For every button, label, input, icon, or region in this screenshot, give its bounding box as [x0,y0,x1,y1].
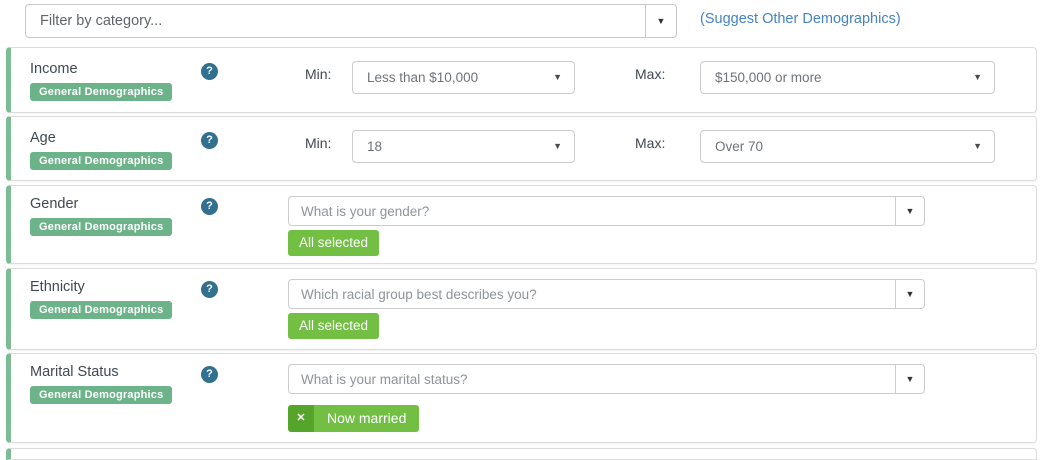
min-label: Min: [305,66,331,82]
selection-tag-all-selected: All selected [288,230,379,256]
category-filter-group: ▼ [25,4,677,38]
demographic-row-age: Age General Demographics ? Min: 18 ▼ Max… [6,116,1037,181]
selection-tag-now-married: ✕ Now married [288,405,419,432]
gender-dropdown-button[interactable]: ▼ [895,196,925,226]
help-icon[interactable]: ? [201,132,218,149]
help-icon[interactable]: ? [201,63,218,80]
ethnicity-question-group: ▼ [288,279,925,309]
row-title: Gender [30,196,78,212]
chevron-down-icon: ▼ [906,374,915,384]
row-title: Marital Status [30,364,119,380]
row-title: Income [30,61,78,77]
category-badge: General Demographics [30,152,172,170]
selection-tag-all-selected: All selected [288,313,379,339]
help-icon[interactable]: ? [201,281,218,298]
ethnicity-dropdown-button[interactable]: ▼ [895,279,925,309]
row-title: Ethnicity [30,279,85,295]
demographic-row-marital-status: Marital Status General Demographics ? ▼ … [6,353,1037,443]
age-min-select[interactable]: 18 ▼ [352,130,575,163]
income-min-select[interactable]: Less than $10,000 ▼ [352,61,575,94]
demographic-row-ethnicity: Ethnicity General Demographics ? ▼ All s… [6,268,1037,350]
demographic-row-income: Income General Demographics ? Min: Less … [6,47,1037,113]
chevron-down-icon: ▼ [906,289,915,299]
age-max-select[interactable]: Over 70 ▼ [700,130,995,163]
suggest-other-demographics-link[interactable]: (Suggest Other Demographics) [700,11,901,27]
chevron-down-icon: ▼ [657,16,666,26]
max-label: Max: [635,66,665,82]
selected-value: Over 70 [715,139,763,154]
category-filter-input[interactable] [25,4,645,38]
category-badge: General Demographics [30,386,172,404]
max-label: Max: [635,135,665,151]
selection-tag-label: Now married [314,405,419,432]
close-icon: ✕ [296,412,305,424]
category-badge: General Demographics [30,301,172,319]
marital-status-dropdown-button[interactable]: ▼ [895,364,925,394]
selected-value: Less than $10,000 [367,70,478,85]
help-icon[interactable]: ? [201,366,218,383]
selected-value: $150,000 or more [715,70,822,85]
gender-question-input[interactable] [288,196,895,226]
next-row-partial [6,448,1037,460]
chevron-down-icon: ▼ [906,206,915,216]
category-filter-dropdown-button[interactable]: ▼ [645,4,677,38]
category-badge: General Demographics [30,83,172,101]
category-badge: General Demographics [30,218,172,236]
min-label: Min: [305,135,331,151]
demographic-row-gender: Gender General Demographics ? ▼ All sele… [6,185,1037,264]
gender-question-group: ▼ [288,196,925,226]
row-title: Age [30,130,56,146]
marital-status-question-input[interactable] [288,364,895,394]
marital-status-question-group: ▼ [288,364,925,394]
chevron-down-icon: ▼ [553,131,562,162]
help-icon[interactable]: ? [201,198,218,215]
selected-value: 18 [367,139,382,154]
chevron-down-icon: ▼ [553,62,562,93]
remove-selection-button[interactable]: ✕ [288,405,314,432]
chevron-down-icon: ▼ [973,62,982,93]
chevron-down-icon: ▼ [973,131,982,162]
ethnicity-question-input[interactable] [288,279,895,309]
income-max-select[interactable]: $150,000 or more ▼ [700,61,995,94]
